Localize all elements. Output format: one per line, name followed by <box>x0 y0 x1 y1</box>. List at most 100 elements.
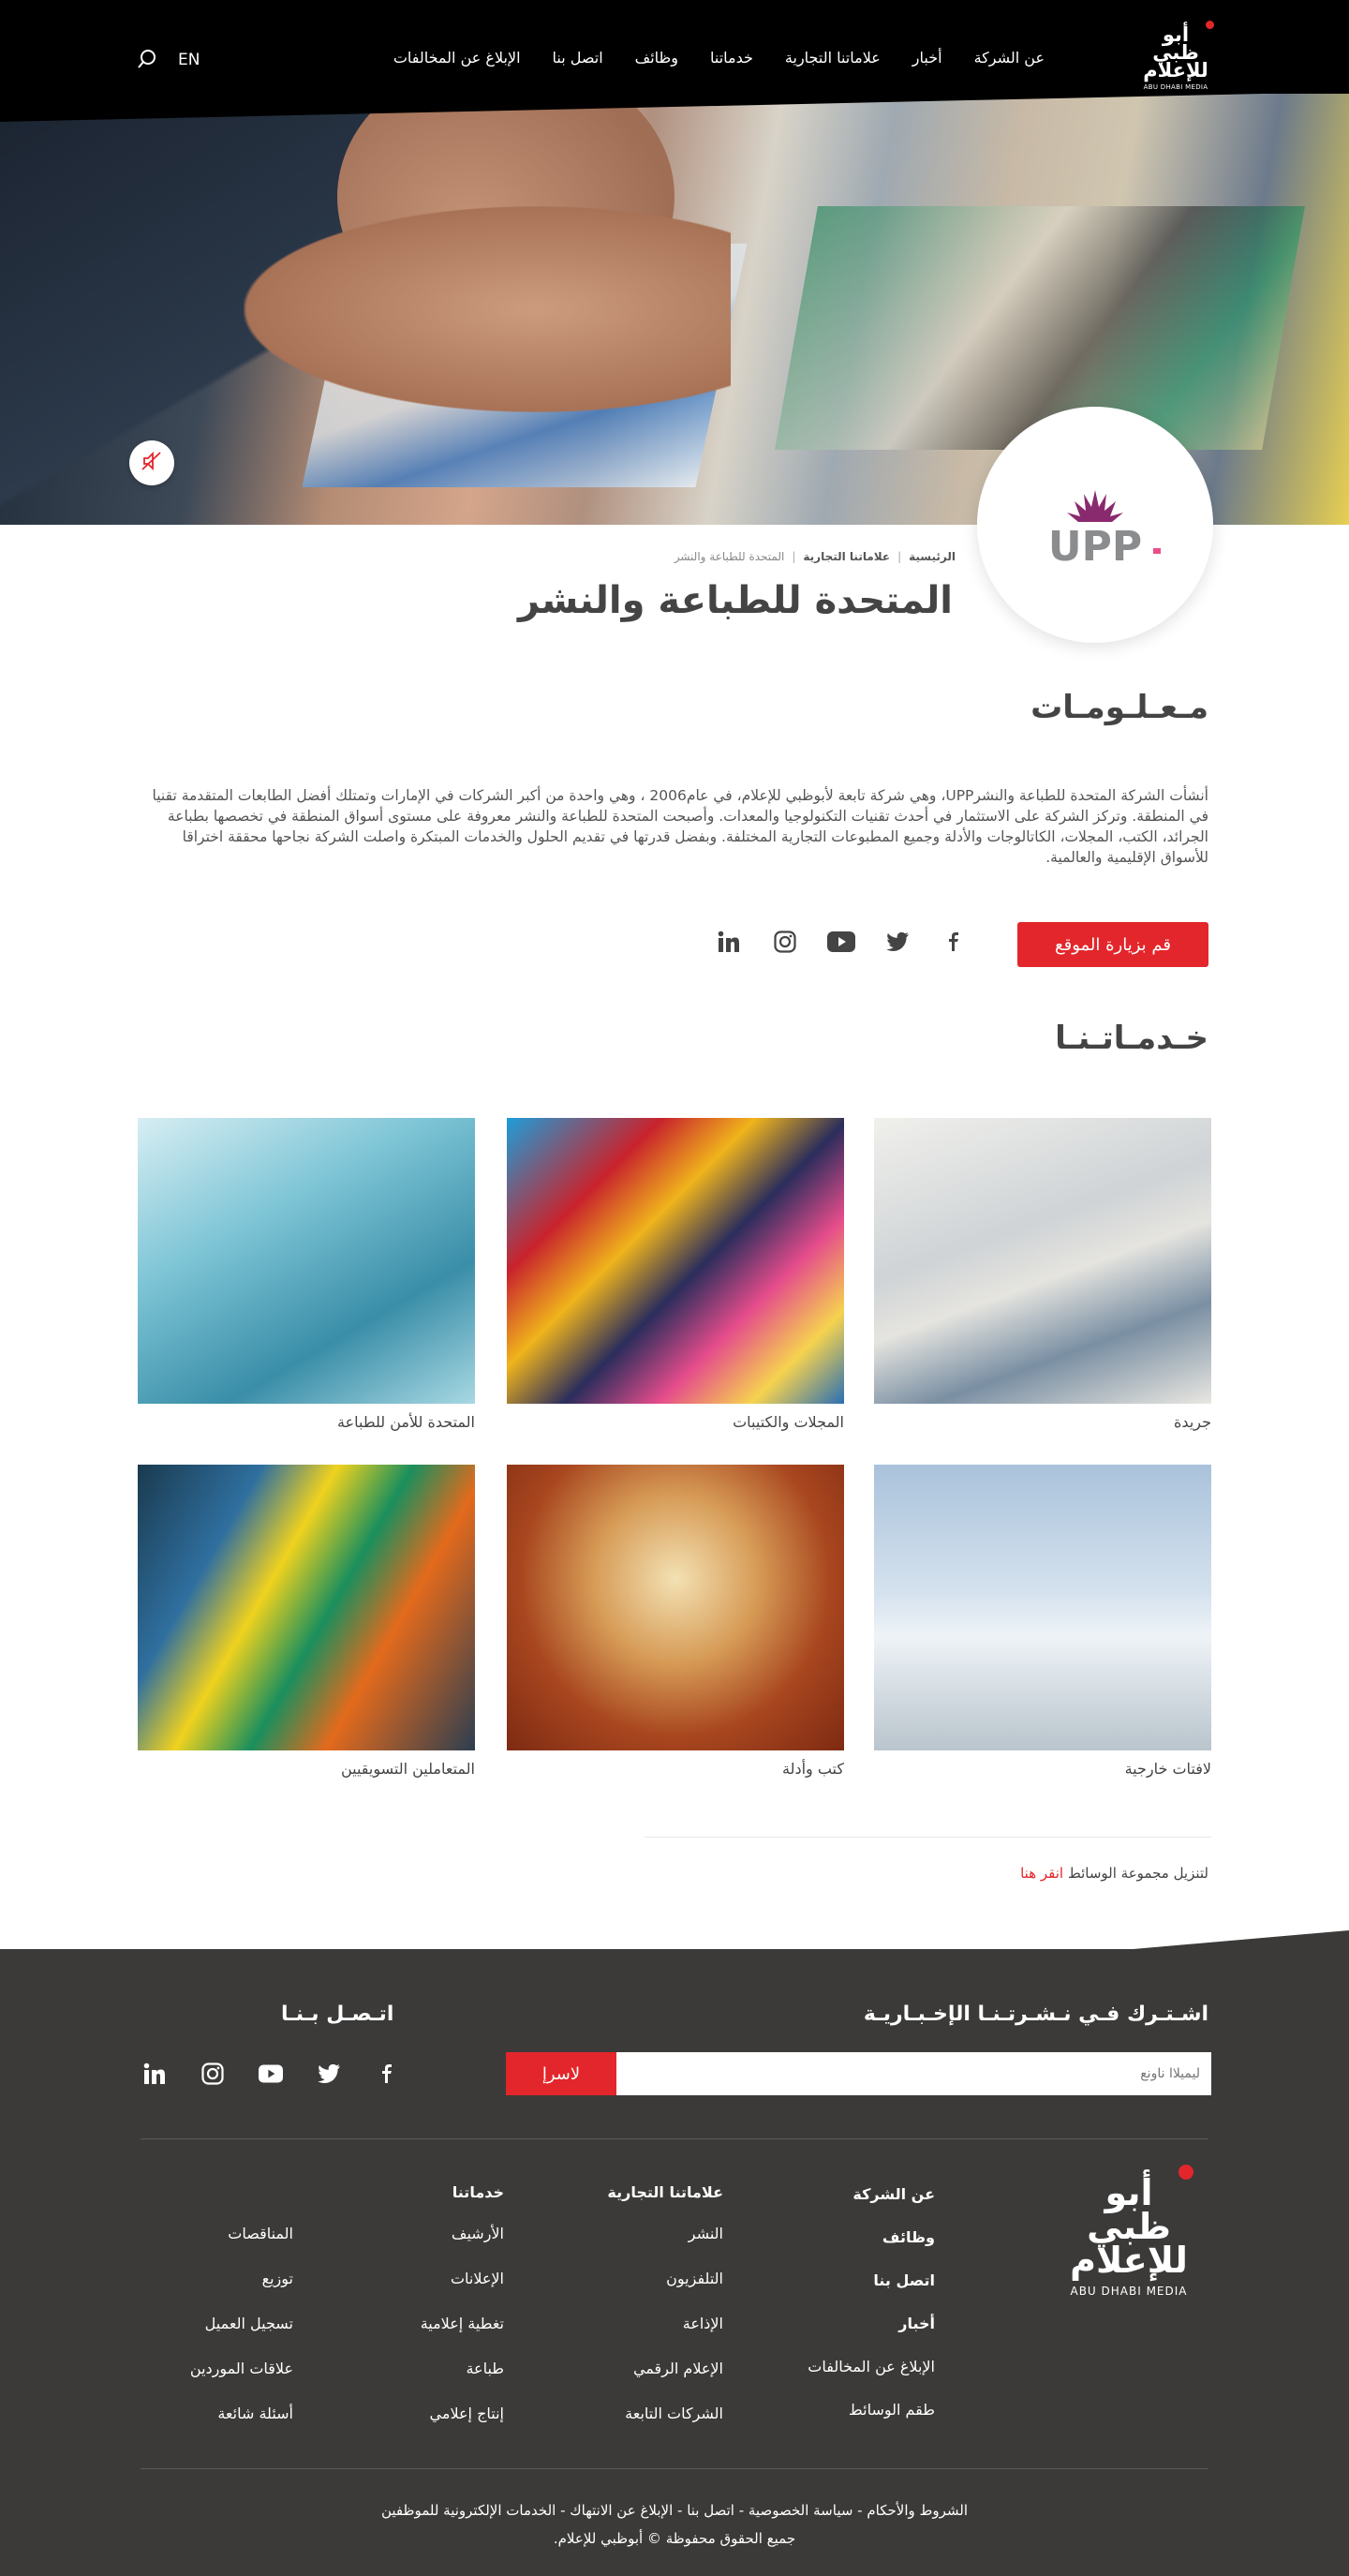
service-label: كتب وأدلة <box>782 1760 844 1778</box>
upp-logo-icon: UPP <box>1015 471 1175 578</box>
footer-logo[interactable]: أبو ظبي للإعلام ABU DHABI MEDIA <box>1068 2165 1193 2324</box>
footer-link-whistleblowing[interactable]: الإبلاغ عن المخالفات <box>808 2358 935 2401</box>
language-toggle[interactable]: EN <box>178 51 200 69</box>
logo-subtitle: ABU DHABI MEDIA <box>1143 83 1208 91</box>
youtube-icon[interactable] <box>257 2060 285 2088</box>
nav-whistleblowing[interactable]: الإبلاغ عن المخالفات <box>393 49 521 67</box>
nav-about[interactable]: عن الشركة <box>974 49 1045 67</box>
footer-link-supplier-relations[interactable]: علاقات الموردين <box>190 2360 293 2405</box>
footer-link-tenders[interactable]: المناقصات <box>190 2225 293 2270</box>
divider <box>645 1837 1211 1838</box>
footer-divider <box>141 2138 1208 2139</box>
billboard-image <box>874 1465 1211 1750</box>
footer-link-printing[interactable]: طباعة <box>421 2360 504 2405</box>
newsletter-form: لاسرإ <box>506 2052 1211 2095</box>
breadcrumb: الرئيسية | علاماتنا التجارية | المتحدة ل… <box>674 550 956 563</box>
service-card-security-printing[interactable]: المتحدة للأمن للطباعة <box>138 1118 475 1431</box>
nav-contact[interactable]: اتصل بنا <box>553 49 603 67</box>
service-card-billboards[interactable]: لافتات خارجية <box>874 1465 1211 1778</box>
footer-brands-title: علاماتنا التجارية <box>607 2183 723 2201</box>
footer-col-misc: المناقصات توزيع تسجيل العميل علاقات المو… <box>190 2225 293 2449</box>
footer-col-services: خدماتنا الأرشيف الإعلانات تغطية إعلامية … <box>421 2183 504 2449</box>
footer-link-advertising[interactable]: الإعلانات <box>421 2270 504 2315</box>
print-strips-image <box>138 1465 475 1750</box>
footer-link-radio[interactable]: الإذاعة <box>607 2315 723 2360</box>
breadcrumb-home[interactable]: الرئيسية <box>909 550 956 563</box>
footer-link-tv[interactable]: التلفزيون <box>607 2270 723 2315</box>
media-kit-link[interactable]: انقر هنا <box>1020 1865 1063 1882</box>
service-card-magazines[interactable]: المجلات والكتيبات <box>507 1118 844 1431</box>
media-kit-text: لتنزيل مجموعة الوسائط <box>1067 1865 1208 1882</box>
breadcrumb-brands[interactable]: علاماتنا التجارية <box>803 550 890 563</box>
footer-copyright: جميع الحقوق محفوظة © أبوظبي للإعلام. <box>553 2530 796 2547</box>
mute-video-button[interactable] <box>129 440 174 485</box>
footer-legal-links[interactable]: الشروط والأحكام - سياسة الخصوصية - اتصل … <box>0 2502 1349 2519</box>
footer-social-links <box>141 2060 401 2088</box>
breadcrumb-separator: | <box>792 550 796 563</box>
footer-col-brands: علاماتنا التجارية النشر التلفزيون الإذاع… <box>607 2183 723 2449</box>
facebook-icon[interactable] <box>373 2060 401 2088</box>
upp-logo-text: UPP <box>1048 523 1142 571</box>
twitter-icon[interactable] <box>883 928 912 956</box>
footer-link-archive[interactable]: الأرشيف <box>421 2225 504 2270</box>
footer-services-title: خدماتنا <box>452 2183 504 2201</box>
nav-careers[interactable]: وظائف <box>635 49 678 67</box>
footer-logo-mark: أبو ظبي للإعلام <box>1070 2172 1188 2281</box>
hero-arm <box>244 206 731 412</box>
footer-link-subsidiaries[interactable]: الشركات التابعة <box>607 2405 723 2449</box>
speaker-muted-icon <box>140 449 164 477</box>
info-paragraph: أنشأت الشركة المتحدة للطباعة والنشرUPP، … <box>152 787 1208 866</box>
service-label: المجلات والكتيبات <box>733 1413 844 1431</box>
hero-print-sheet-2 <box>775 206 1305 450</box>
footer-link-faq[interactable]: أسئلة شائعة <box>190 2405 293 2449</box>
credit-card-image <box>138 1118 475 1404</box>
footer-link-news[interactable]: أخبار <box>808 2315 935 2358</box>
service-card-newspaper[interactable]: جريدة <box>874 1118 1211 1431</box>
instagram-icon[interactable] <box>771 928 799 956</box>
footer-col-company: عن الشركة وظائف اتصل بنا أخبار الإبلاغ ع… <box>808 2185 935 2444</box>
footer-link-careers[interactable]: وظائف <box>808 2228 935 2271</box>
youtube-icon[interactable] <box>827 928 855 956</box>
service-label: المتعاملين التسويقيين <box>340 1760 475 1778</box>
abu-dhabi-media-logo[interactable]: أبو ظبي للإعلام ABU DHABI MEDIA <box>1143 21 1214 103</box>
nav-brands[interactable]: علاماتنا التجارية <box>785 49 881 67</box>
twitter-icon[interactable] <box>315 2060 343 2088</box>
footer-link-client-registration[interactable]: تسجيل العميل <box>190 2315 293 2360</box>
email-input[interactable] <box>616 2052 1211 2095</box>
footer-logo-dot <box>1179 2165 1193 2180</box>
book-image <box>507 1465 844 1750</box>
logo-dot <box>1206 21 1214 29</box>
newspaper-image <box>874 1118 1211 1404</box>
search-icon[interactable] <box>137 49 157 69</box>
footer-link-contact[interactable]: اتصل بنا <box>808 2271 935 2315</box>
footer-link-about[interactable]: عن الشركة <box>808 2185 935 2228</box>
subscribe-button[interactable]: لاسرإ <box>506 2052 616 2095</box>
contact-title: اتـصـل بـنـا <box>281 2003 394 2026</box>
linkedin-icon[interactable] <box>715 928 743 956</box>
magazines-image <box>507 1118 844 1404</box>
page-title: المتحدة للطباعة والنشر <box>517 579 953 622</box>
logo-mark: أبو ظبي للإعلام <box>1143 23 1208 82</box>
services-heading: خـدمـاتـنـا <box>1055 1020 1208 1057</box>
footer-link-distribution[interactable]: توزيع <box>190 2270 293 2315</box>
brand-social-links <box>715 928 968 956</box>
footer-link-media-coverage[interactable]: تغطية إعلامية <box>421 2315 504 2360</box>
service-label: المتحدة للأمن للطباعة <box>337 1413 475 1431</box>
breadcrumb-separator: | <box>897 550 902 563</box>
breadcrumb-current: المتحدة للطباعة والنشر <box>674 550 785 563</box>
service-card-books[interactable]: كتب وأدلة <box>507 1465 844 1778</box>
footer-link-production[interactable]: إنتاج إعلامي <box>421 2405 504 2449</box>
newsletter-title: اشـتـرك فـي نـشـرتـنـا الإخـبـاريـة <box>863 2003 1208 2026</box>
footer-link-digital[interactable]: الإعلام الرقمي <box>607 2360 723 2405</box>
nav-services[interactable]: خدماتنا <box>710 49 753 67</box>
linkedin-icon[interactable] <box>141 2060 169 2088</box>
visit-website-button[interactable]: قم بزيارة الموقع <box>1017 922 1208 967</box>
instagram-icon[interactable] <box>199 2060 227 2088</box>
facebook-icon[interactable] <box>940 928 968 956</box>
footer-link-publishing[interactable]: النشر <box>607 2225 723 2270</box>
footer-logo-subtitle: ABU DHABI MEDIA <box>1070 2285 1188 2298</box>
main-nav: عن الشركة أخبار علاماتنا التجارية خدماتن… <box>393 49 1045 67</box>
service-card-marketing[interactable]: المتعاملين التسويقيين <box>138 1465 475 1778</box>
footer-link-media-kit[interactable]: طقم الوسائط <box>808 2401 935 2444</box>
nav-news[interactable]: أخبار <box>912 49 942 67</box>
